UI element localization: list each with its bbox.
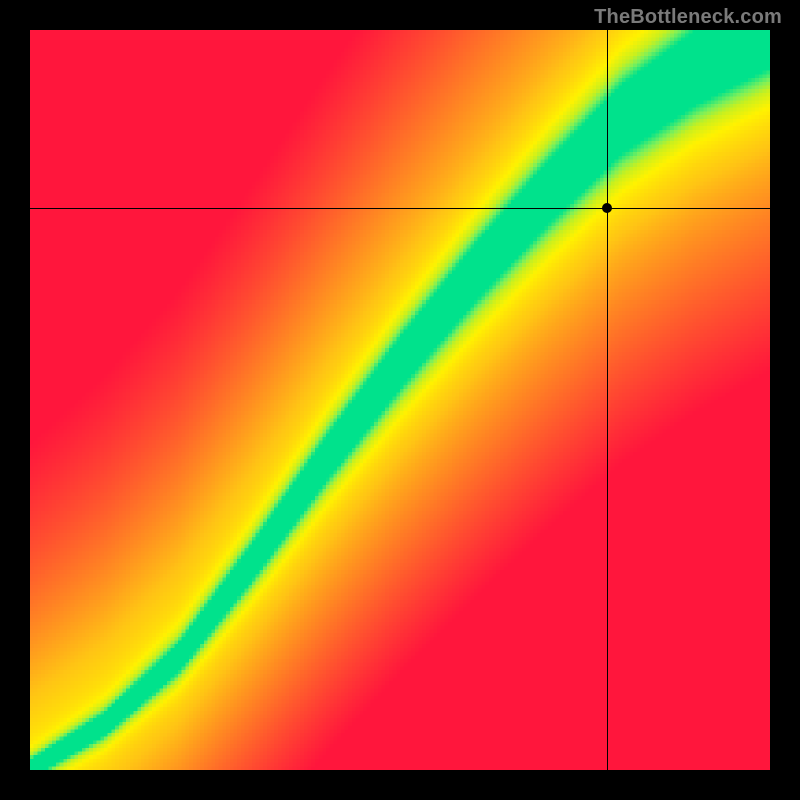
marker-dot (602, 203, 612, 213)
crosshair-horizontal (30, 208, 770, 209)
chart-stage: TheBottleneck.com (0, 0, 800, 800)
heatmap-plot-area (30, 30, 770, 770)
crosshair-vertical (607, 30, 608, 770)
watermark-text: TheBottleneck.com (594, 6, 782, 29)
heatmap-canvas (30, 30, 770, 770)
